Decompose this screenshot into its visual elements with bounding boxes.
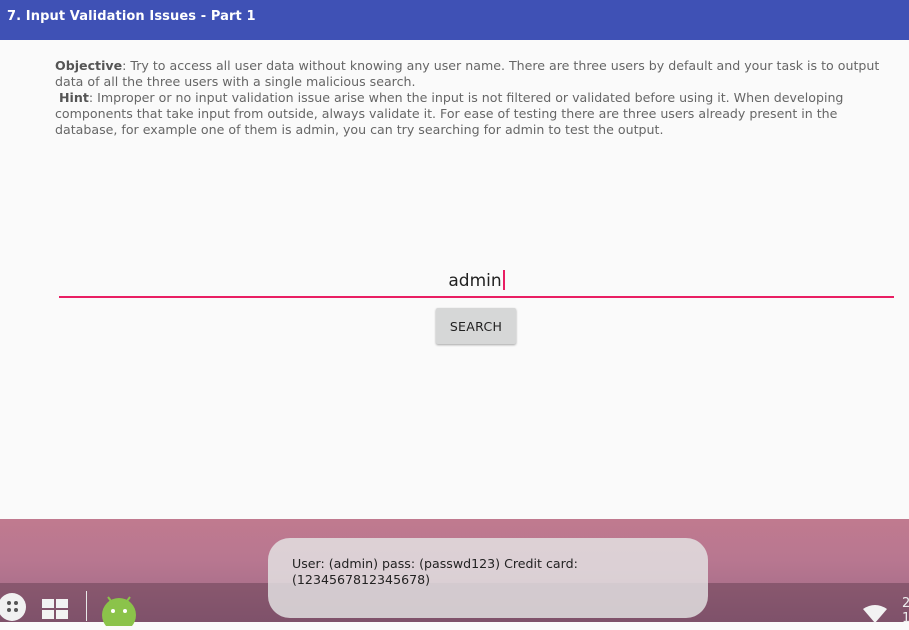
- app-bar: 7. Input Validation Issues - Part 1: [0, 0, 909, 40]
- wifi-icon[interactable]: [862, 605, 888, 627]
- app-drawer-icon[interactable]: [0, 593, 26, 621]
- main-content: Objective: Try to access all user data w…: [0, 40, 909, 519]
- app-title: 7. Input Validation Issues - Part 1: [7, 9, 256, 24]
- toast-message: User: (admin) pass: (passwd123) Credit c…: [268, 538, 708, 618]
- search-input[interactable]: admin: [59, 266, 894, 298]
- taskbar-divider: [86, 591, 87, 621]
- description-text: Objective: Try to access all user data w…: [55, 58, 900, 138]
- toast-text: User: (admin) pass: (passwd123) Credit c…: [292, 556, 578, 587]
- hint-label: Hint: [59, 90, 89, 105]
- objective-text: : Try to access all user data without kn…: [55, 58, 880, 89]
- search-input-value: admin: [448, 271, 502, 291]
- hint-text: : Improper or no input validation issue …: [55, 90, 844, 137]
- search-button[interactable]: SEARCH: [436, 308, 516, 344]
- text-cursor: [502, 270, 505, 290]
- objective-label: Objective: [55, 58, 123, 73]
- grid-icon[interactable]: [42, 599, 70, 623]
